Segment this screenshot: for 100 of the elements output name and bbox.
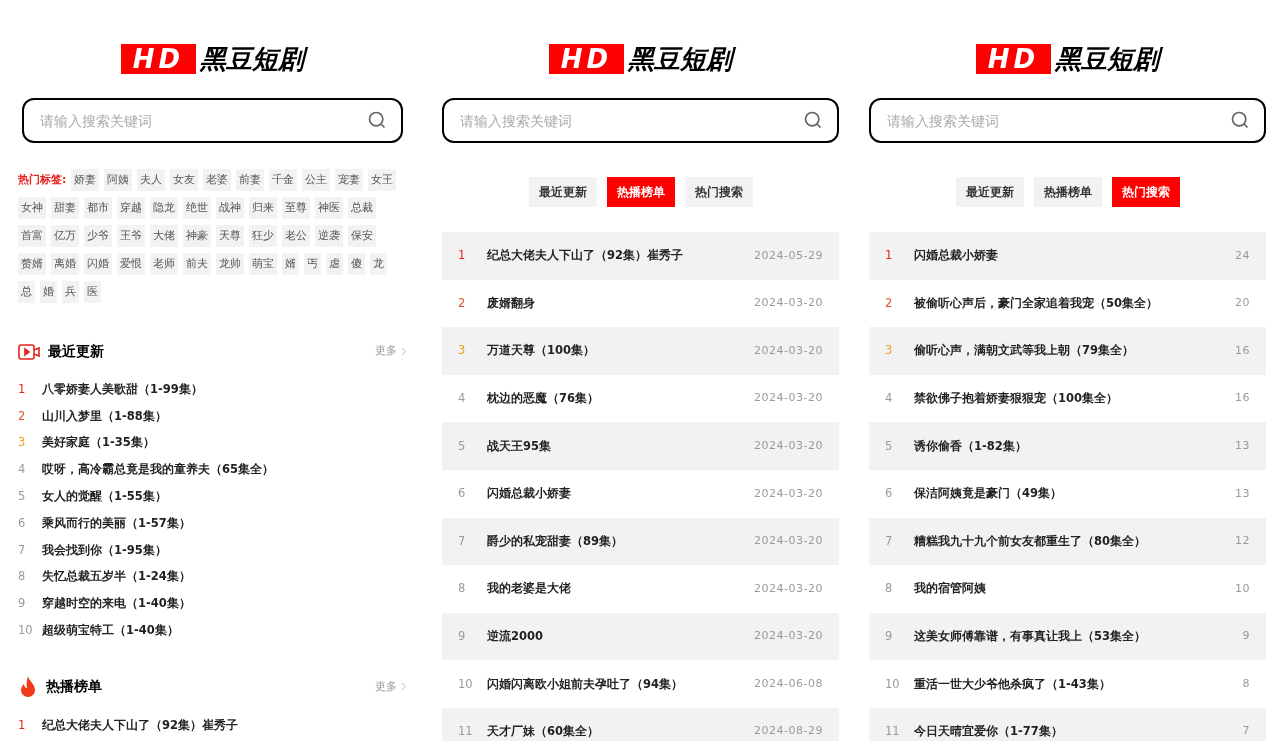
rank-number: 7: [458, 532, 467, 550]
row-meta: 24: [1235, 247, 1250, 264]
tag-chip[interactable]: 绝世: [183, 197, 211, 219]
search-field[interactable]: 请输入搜索关键词: [22, 98, 403, 143]
hot-tags-label: 热门标签:: [18, 172, 67, 188]
tag-chip[interactable]: 穿越: [117, 197, 145, 219]
search-field[interactable]: 请输入搜索关键词: [869, 98, 1266, 143]
search-field[interactable]: 请输入搜索关键词: [442, 98, 839, 143]
drama-title[interactable]: 我会找到你（1-95集）: [42, 541, 167, 559]
tag-chip[interactable]: 爱恨: [117, 253, 145, 275]
rank-number: 1: [458, 247, 467, 265]
drama-title[interactable]: 山川入梦里（1-88集）: [42, 407, 167, 425]
rank-number: 1: [18, 716, 27, 734]
tag-chip[interactable]: 婚: [40, 281, 57, 303]
tag-chip[interactable]: 傻: [348, 253, 365, 275]
drama-title[interactable]: 八零娇妻人美歌甜（1-99集）: [42, 380, 203, 398]
drama-title[interactable]: 纪总大佬夫人下山了（92集）崔秀子: [42, 716, 238, 734]
ranking-row[interactable]: 9 这美女师傅靠谱，有事真让我上（53集全） 9: [869, 612, 1266, 661]
ranking-row[interactable]: 7 爵少的私宠甜妻（89集） 2024-03-20: [442, 517, 839, 566]
tag-chip[interactable]: 至尊: [282, 197, 310, 219]
tag-chip[interactable]: 王爷: [117, 225, 145, 247]
tag-chip[interactable]: 娇妻: [71, 169, 100, 191]
rank-number: 4: [18, 461, 27, 479]
tab[interactable]: 热播榜单: [606, 177, 675, 207]
rank-number: 10: [885, 675, 901, 693]
row-meta: 2024-05-29: [754, 247, 823, 264]
drama-title[interactable]: 女人的觉醒（1-55集）: [42, 487, 167, 506]
ranking-row[interactable]: 5 战天王95集 2024-03-20: [442, 422, 839, 470]
tag-chip[interactable]: 前妻: [236, 169, 265, 191]
tag-chip[interactable]: 神豪: [183, 225, 211, 247]
tag-chip[interactable]: 老师: [150, 253, 178, 275]
rank-number: 11: [885, 723, 901, 741]
ranking-row[interactable]: 1 闪婚总裁小娇妻 24: [869, 232, 1266, 280]
tag-chip[interactable]: 龙帅: [216, 253, 244, 275]
tag-chip[interactable]: 总裁: [348, 197, 376, 219]
ranking-row[interactable]: 9 逆流2000 2024-03-20: [442, 612, 839, 661]
tag-chip[interactable]: 虐: [326, 253, 343, 275]
tag-chip[interactable]: 丐: [304, 253, 321, 275]
ranking-row[interactable]: 11 天才厂妹（60集全） 2024-08-29: [442, 707, 839, 741]
tag-chip[interactable]: 萌宝: [249, 253, 277, 275]
drama-title[interactable]: 乘风而行的美丽（1-57集）: [42, 514, 191, 532]
row-meta: 2024-03-20: [754, 485, 823, 502]
row-meta: 20: [1235, 295, 1250, 312]
search-icon[interactable]: [367, 110, 387, 130]
drama-title[interactable]: 美好家庭（1-35集）: [42, 434, 155, 452]
rank-number: 7: [885, 532, 894, 550]
tag-chip[interactable]: 少爷: [84, 225, 112, 247]
tag-chip[interactable]: 战神: [216, 197, 244, 219]
tag-chip[interactable]: 甜妻: [51, 197, 79, 219]
tag-chip[interactable]: 归来: [249, 197, 277, 219]
tag-chip[interactable]: 老公: [282, 225, 310, 247]
tab[interactable]: 热门搜索: [684, 177, 753, 207]
tag-chip[interactable]: 女王: [368, 169, 397, 191]
tag-chip[interactable]: 狂少: [249, 225, 277, 247]
tab[interactable]: 最近更新: [955, 177, 1024, 207]
tag-chip[interactable]: 老婆: [203, 169, 232, 191]
ranking-row[interactable]: 3 偷听心声，满朝文武等我上朝（79集全） 16: [869, 327, 1266, 375]
ranking-row[interactable]: 11 今日天晴宜爱你（1-77集） 7: [869, 707, 1266, 741]
ranking-row[interactable]: 7 糟糕我九十九个前女友都重生了（80集全） 12: [869, 517, 1266, 566]
tab[interactable]: 热门搜索: [1111, 177, 1180, 207]
tag-chip[interactable]: 阿姨: [104, 169, 133, 191]
drama-title: 诱你偷香（1-82集）: [914, 437, 1028, 455]
tag-chip[interactable]: 前夫: [183, 253, 211, 275]
ranking-row[interactable]: 1 纪总大佬夫人下山了（92集）崔秀子 2024-05-29: [442, 232, 839, 280]
tag-chip[interactable]: 龙: [370, 253, 387, 275]
search-icon[interactable]: [803, 110, 823, 130]
tag-chip[interactable]: 总: [18, 281, 35, 303]
drama-title[interactable]: 哎呀，高冷霸总竟是我的童养夫（65集全）: [42, 461, 274, 479]
tag-chip[interactable]: 女友: [170, 169, 199, 191]
tag-chip[interactable]: 离婚: [51, 253, 79, 275]
tag-chip[interactable]: 兵: [62, 281, 79, 303]
rank-number: 8: [458, 580, 467, 598]
ranking-row[interactable]: 5 诱你偷香（1-82集） 13: [869, 422, 1266, 470]
drama-title[interactable]: 超级萌宝特工（1-40集）: [42, 621, 179, 640]
tag-chip[interactable]: 都市: [84, 197, 112, 219]
tag-chip[interactable]: 保安: [348, 225, 376, 247]
tag-chip[interactable]: 亿万: [51, 225, 79, 247]
tag-chip[interactable]: 千金: [269, 169, 298, 191]
drama-title: 战天王95集: [487, 437, 552, 455]
rank-number: 7: [18, 541, 27, 559]
tab[interactable]: 热播榜单: [1033, 177, 1102, 207]
tag-chip[interactable]: 逆袭: [315, 225, 343, 247]
ranking-row[interactable]: 3 万道天尊（100集） 2024-03-20: [442, 327, 839, 375]
tag-chip[interactable]: 公主: [302, 169, 331, 191]
tab[interactable]: 最近更新: [528, 177, 597, 207]
tag-chip[interactable]: 宠妻: [335, 169, 364, 191]
tag-chip[interactable]: 大佬: [150, 225, 178, 247]
tag-chip[interactable]: 女神: [18, 197, 46, 219]
drama-title[interactable]: 失忆总裁五岁半（1-24集）: [42, 568, 191, 586]
tag-chip[interactable]: 首富: [18, 225, 46, 247]
tag-chip[interactable]: 医: [84, 281, 101, 303]
tag-chip[interactable]: 天尊: [216, 225, 244, 247]
tag-chip[interactable]: 婿: [282, 253, 299, 275]
tag-chip[interactable]: 隐龙: [150, 197, 178, 219]
search-icon[interactable]: [1230, 110, 1250, 130]
tag-chip[interactable]: 闪婚: [84, 253, 112, 275]
tag-chip[interactable]: 夫人: [137, 169, 166, 191]
drama-title[interactable]: 穿越时空的来电（1-40集）: [42, 595, 191, 613]
tag-chip[interactable]: 赘婿: [18, 253, 46, 275]
tag-chip[interactable]: 神医: [315, 197, 343, 219]
